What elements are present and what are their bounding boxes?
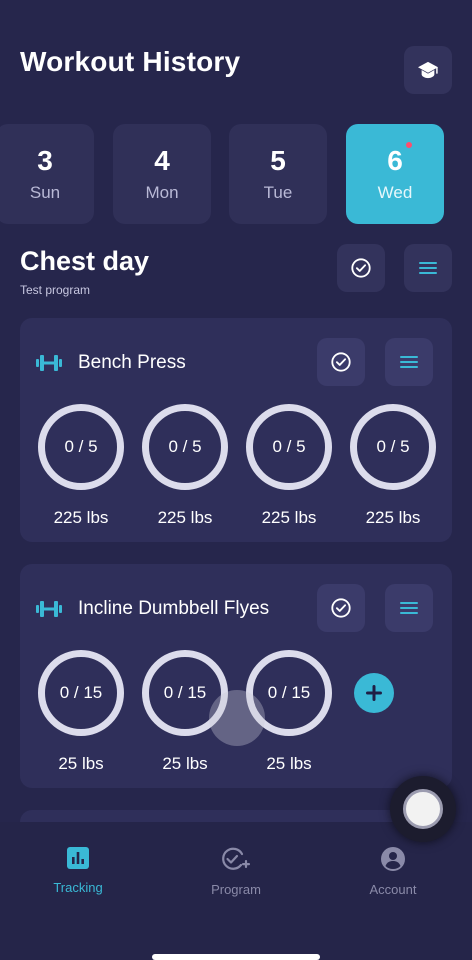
floating-assistive-button[interactable] xyxy=(390,776,456,842)
nav-item-account[interactable]: Account xyxy=(333,846,453,897)
set-item: 0 / 5 225 lbs xyxy=(142,404,228,528)
day-card-mon[interactable]: 4 Mon xyxy=(113,124,211,224)
day-name: Sun xyxy=(29,183,61,202)
set-weight[interactable]: 225 lbs xyxy=(158,508,213,528)
set-rep-ring[interactable]: 0 / 15 xyxy=(38,650,124,736)
exercise-header: Bench Press xyxy=(36,352,186,374)
set-item: 0 / 5 225 lbs xyxy=(246,404,332,528)
check-circle-icon xyxy=(331,598,351,618)
day-number: 3 xyxy=(37,145,53,176)
exercise-card-incline-dumbbell-flyes: Incline Dumbbell Flyes 0 / 15 25 lbs 0 /… xyxy=(20,564,452,788)
nav-label: Tracking xyxy=(53,880,103,895)
exercise-header: Incline Dumbbell Flyes xyxy=(36,598,269,620)
set-rep-ring[interactable]: 0 / 5 xyxy=(38,404,124,490)
set-rep-ring[interactable]: 0 / 5 xyxy=(350,404,436,490)
set-rep-ring[interactable]: 0 / 5 xyxy=(142,404,228,490)
menu-icon xyxy=(419,262,437,274)
activity-dot xyxy=(406,142,412,148)
home-indicator xyxy=(152,954,320,960)
set-weight[interactable]: 225 lbs xyxy=(366,508,421,528)
exercise-menu-button[interactable] xyxy=(385,338,433,386)
graduation-cap-icon xyxy=(418,61,438,79)
set-rep-ring[interactable]: 0 / 5 xyxy=(246,404,332,490)
check-plus-icon xyxy=(222,847,250,870)
exercise-menu-button[interactable] xyxy=(385,584,433,632)
plus-icon xyxy=(366,685,382,701)
page-title: Workout History xyxy=(20,46,241,77)
complete-workout-button[interactable] xyxy=(337,244,385,292)
nav-item-program[interactable]: Program xyxy=(176,846,296,897)
day-name: Mon xyxy=(145,183,179,202)
learn-button[interactable] xyxy=(404,46,452,94)
check-circle-icon xyxy=(331,352,351,372)
bar-chart-icon xyxy=(67,847,89,869)
complete-exercise-button[interactable] xyxy=(317,338,365,386)
account-icon xyxy=(381,847,405,871)
set-weight[interactable]: 225 lbs xyxy=(54,508,109,528)
day-card-wed[interactable]: 6 Wed xyxy=(346,124,444,224)
set-item: 0 / 5 225 lbs xyxy=(350,404,436,528)
set-weight[interactable]: 225 lbs xyxy=(262,508,317,528)
workout-title: Chest day xyxy=(20,246,150,276)
add-set-button[interactable] xyxy=(354,673,394,713)
nav-item-tracking[interactable]: Tracking xyxy=(18,846,138,895)
exercise-name: Bench Press xyxy=(78,352,186,373)
menu-icon xyxy=(400,602,418,614)
set-item: 0 / 15 25 lbs xyxy=(38,650,124,774)
nav-label: Account xyxy=(369,882,417,897)
nav-label: Program xyxy=(211,882,261,897)
day-number: 6 xyxy=(387,145,403,176)
exercise-name: Incline Dumbbell Flyes xyxy=(78,598,270,619)
check-circle-icon xyxy=(351,258,371,278)
set-weight[interactable]: 25 lbs xyxy=(266,754,311,774)
bottom-nav: Tracking Program Account xyxy=(0,822,472,960)
dumbbell-icon xyxy=(36,601,62,617)
day-card-tue[interactable]: 5 Tue xyxy=(229,124,327,224)
date-strip: 3 Sun 4 Mon 5 Tue 6 Wed xyxy=(0,124,472,224)
dumbbell-icon xyxy=(36,355,62,371)
day-card-sun[interactable]: 3 Sun xyxy=(0,124,94,224)
complete-exercise-button[interactable] xyxy=(317,584,365,632)
day-name: Tue xyxy=(263,183,293,202)
day-number: 5 xyxy=(270,145,286,176)
floating-button-inner xyxy=(403,789,443,829)
day-name: Wed xyxy=(377,183,413,202)
day-number: 4 xyxy=(154,145,170,176)
workout-subtitle: Test program xyxy=(20,283,91,297)
menu-icon xyxy=(400,356,418,368)
exercise-card-bench-press: Bench Press 0 / 5 225 lbs 0 / 5 225 lbs … xyxy=(20,318,452,542)
workout-menu-button[interactable] xyxy=(404,244,452,292)
touch-indicator xyxy=(209,690,265,746)
set-weight[interactable]: 25 lbs xyxy=(162,754,207,774)
set-weight[interactable]: 25 lbs xyxy=(58,754,103,774)
set-item: 0 / 5 225 lbs xyxy=(38,404,124,528)
